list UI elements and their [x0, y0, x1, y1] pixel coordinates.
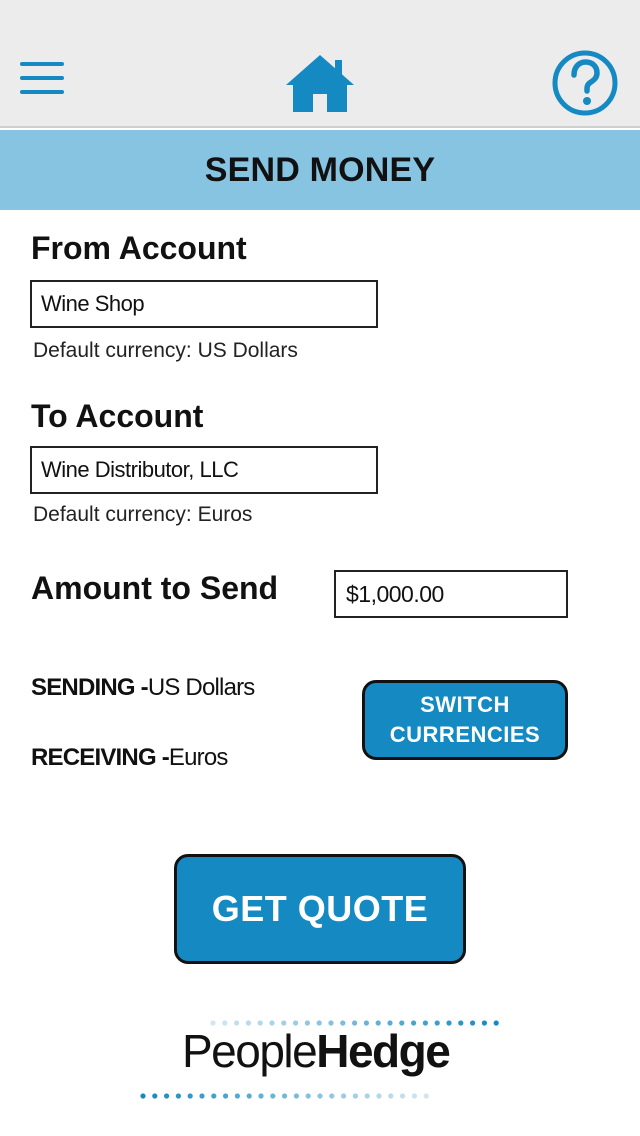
receiving-value: Euros [168, 744, 228, 771]
amount-label: Amount to Send [31, 570, 279, 606]
sending-value: US Dollars [147, 674, 256, 701]
logo-dot [211, 1093, 217, 1099]
house-icon [286, 55, 354, 112]
from-account-currency-hint: Default currency: US Dollars [33, 339, 298, 362]
logo-dot [152, 1093, 158, 1099]
page-title: SEND MONEY [204, 150, 436, 189]
logo-dot [400, 1093, 406, 1099]
logo-dot [187, 1093, 193, 1099]
logo-dot [352, 1093, 358, 1099]
title-bar: SEND MONEY [0, 130, 640, 210]
logo-text: PeopleHedge [182, 1024, 451, 1078]
from-account-label: From Account [31, 230, 247, 266]
sending-label: SENDING - [31, 674, 149, 701]
logo-dot [470, 1020, 476, 1026]
logo-dot [175, 1093, 181, 1099]
logo-dot [164, 1093, 170, 1099]
logo-dot [388, 1093, 394, 1099]
sending-currency: SENDING -US Dollars [31, 674, 255, 702]
menu-icon-line [20, 62, 64, 66]
logo-dot [376, 1093, 382, 1099]
receiving-label: RECEIVING - [31, 744, 170, 771]
amount-field[interactable] [334, 570, 568, 618]
logo-dot [493, 1020, 499, 1026]
to-account-currency-hint: Default currency: Euros [33, 503, 253, 526]
logo-dot [258, 1093, 264, 1099]
logo-dot [481, 1020, 487, 1026]
logo-dot [234, 1093, 240, 1099]
menu-icon-line [20, 90, 64, 94]
logo-part-hedge: Hedge [316, 1025, 451, 1077]
peoplehedge-logo: PeopleHedge [130, 1010, 510, 1110]
get-quote-button[interactable]: GET QUOTE [174, 854, 466, 964]
from-account-field[interactable] [30, 280, 378, 328]
menu-icon-line [20, 76, 64, 80]
home-button[interactable] [284, 52, 356, 114]
question-mark-circle-icon [552, 50, 618, 116]
top-bar [0, 0, 640, 128]
to-account-field[interactable] [30, 446, 378, 494]
logo-dot [423, 1093, 429, 1099]
to-account-label: To Account [31, 398, 204, 434]
logo-dot [293, 1093, 299, 1099]
menu-button[interactable] [14, 52, 70, 104]
logo-dot [458, 1020, 464, 1026]
logo-dot [270, 1093, 276, 1099]
logo-dot [411, 1093, 417, 1099]
switch-button-line1: SWITCH [420, 692, 510, 717]
logo-dot [329, 1093, 335, 1099]
logo-dot [140, 1093, 146, 1099]
logo-part-people: People [182, 1025, 318, 1077]
logo-dot [364, 1093, 370, 1099]
logo-dot [317, 1093, 323, 1099]
logo-dot [282, 1093, 288, 1099]
receiving-currency: RECEIVING -Euros [31, 744, 228, 772]
switch-button-line2: CURRENCIES [389, 722, 541, 747]
logo-dot [341, 1093, 347, 1099]
switch-currencies-button[interactable]: SWITCH CURRENCIES [362, 680, 568, 760]
logo-dot [305, 1093, 311, 1099]
help-button[interactable] [550, 48, 620, 118]
logo-dot [223, 1093, 229, 1099]
logo-dot [246, 1093, 252, 1099]
logo-dot [199, 1093, 205, 1099]
